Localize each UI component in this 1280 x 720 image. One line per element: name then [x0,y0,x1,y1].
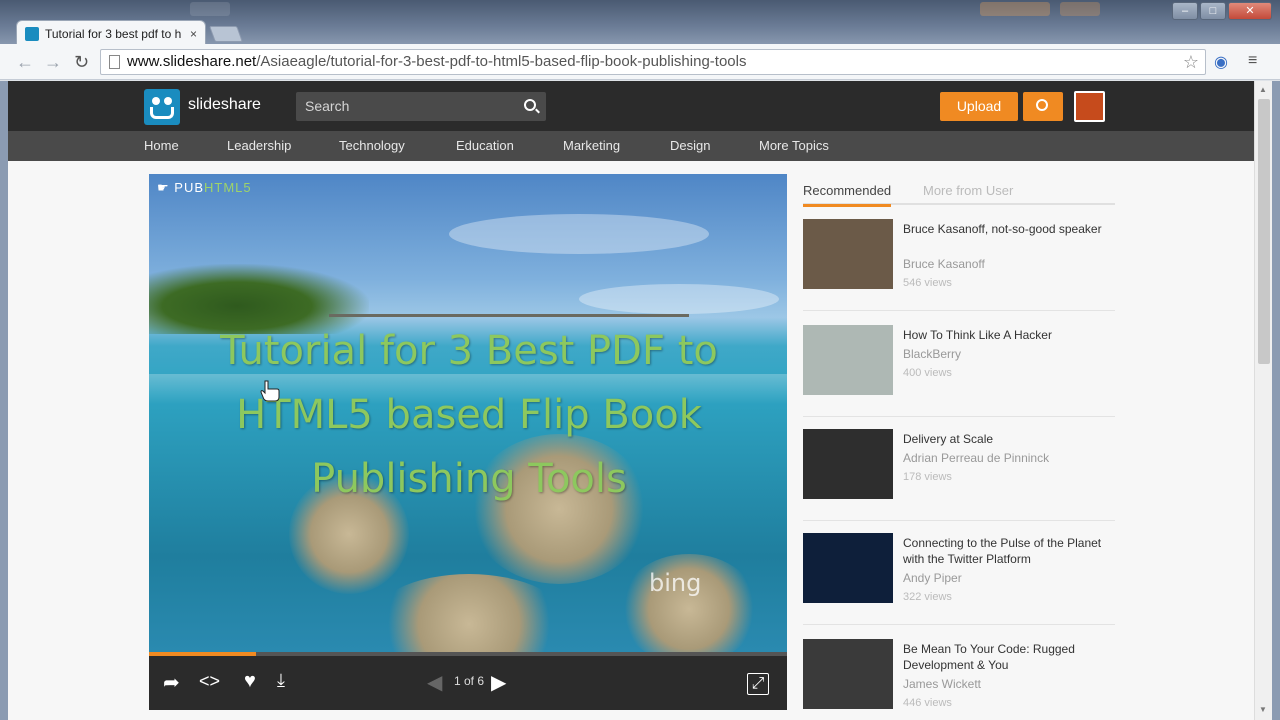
user-avatar[interactable] [1074,91,1105,122]
embed-code-icon[interactable]: <> [199,671,220,692]
site-header: slideshare Search Upload [8,81,1254,131]
cloud [449,214,709,254]
page-indicator: 1 of 6 [454,674,485,688]
tab-more-from-user[interactable]: More from User [923,183,1013,198]
item-views: 322 views [903,591,952,603]
scroll-up-icon[interactable]: ▲ [1259,85,1267,94]
slide-title: Tutorial for 3 Best PDF to HTML5 based F… [220,328,718,502]
player-controls: ➦ <> ♥ ⤓ ◀ 1 of 6 ▶ ⤢ [149,656,787,710]
nav-item-leadership[interactable]: Leadership [227,138,291,153]
thumbnail[interactable] [803,325,893,395]
item-author[interactable]: Bruce Kasanoff [903,257,985,271]
list-item[interactable]: Delivery at Scale Adrian Perreau de Pinn… [803,417,1115,521]
slide-viewer[interactable]: ☛ PUBHTML5 Tutorial for 3 Best PDF to HT… [149,174,787,652]
window-controls: – □ ✕ [1172,2,1272,20]
pub-logo-icon: ☛ [157,180,170,195]
item-title[interactable]: Delivery at Scale [903,431,1103,447]
search-button[interactable] [1023,92,1063,121]
close-window-icon[interactable]: ✕ [1228,2,1272,20]
item-author[interactable]: Andy Piper [903,571,962,585]
maximize-icon[interactable]: □ [1200,2,1226,20]
tab-recommended[interactable]: Recommended [803,183,892,207]
url-host: www.slideshare.net [127,53,257,70]
item-author[interactable]: BlackBerry [903,347,961,361]
slideshare-logo-icon[interactable] [144,89,180,125]
nav-item-technology[interactable]: Technology [339,138,405,153]
list-item[interactable]: Connecting to the Pulse of the Planet wi… [803,521,1115,625]
item-author[interactable]: Adrian Perreau de Pinninck [903,451,1049,465]
previous-slide-icon[interactable]: ◀ [427,670,442,695]
logo-text[interactable]: slideshare [188,96,261,114]
search-placeholder: Search [305,98,350,114]
pier [329,314,689,317]
like-heart-icon[interactable]: ♥ [244,670,256,693]
page-viewport: slideshare Search Upload Home Leadership… [8,81,1254,720]
item-title[interactable]: Connecting to the Pulse of the Planet wi… [903,535,1103,567]
window-border [0,81,8,720]
item-title[interactable]: Be Mean To Your Code: Rugged Development… [903,641,1103,673]
url-path: /Asiaeagle/tutorial-for-3-best-pdf-to-ht… [256,53,747,70]
list-item[interactable]: How To Think Like A Hacker BlackBerry 40… [803,313,1115,417]
nav-item-design[interactable]: Design [670,138,710,153]
thumbnail[interactable] [803,219,893,289]
item-author[interactable]: James Wickett [903,677,981,691]
blurred-tab [980,2,1050,16]
item-views: 446 views [903,697,952,709]
thumbnail[interactable] [803,429,893,499]
blurred-tab [1060,2,1100,16]
item-title[interactable]: How To Think Like A Hacker [903,327,1103,343]
page-scrollbar[interactable]: ▲ ▼ [1254,81,1272,720]
page-icon [109,55,120,69]
scrollbar-thumb[interactable] [1258,99,1270,364]
cloud [579,284,779,314]
browser-titlebar: Tutorial for 3 best pdf to h × – □ ✕ [0,0,1280,46]
fullscreen-icon[interactable]: ⤢ [747,673,769,695]
minimize-icon[interactable]: – [1172,2,1198,20]
download-icon[interactable]: ⤓ [277,670,285,691]
extension-globe-icon[interactable]: ◉ [1214,52,1228,72]
next-slide-icon[interactable]: ▶ [491,670,506,695]
forward-arrow-icon[interactable]: → [44,52,62,73]
address-bar[interactable]: www.slideshare.net/Asiaeagle/tutorial-fo… [100,49,1206,75]
upload-button[interactable]: Upload [940,92,1018,121]
list-item[interactable]: Bruce Kasanoff, not-so-good speaker Bruc… [803,207,1115,311]
topic-nav: Home Leadership Technology Education Mar… [8,131,1254,161]
window-border [1272,81,1280,720]
thumbnail[interactable] [803,533,893,603]
item-views: 546 views [903,277,952,289]
reload-icon[interactable]: ↻ [74,52,89,73]
nav-item-education[interactable]: Education [456,138,514,153]
coral [369,574,569,652]
share-icon[interactable]: ➦ [163,670,180,695]
tab-close-icon[interactable]: × [190,27,197,41]
back-arrow-icon[interactable]: ← [16,52,34,73]
pubhtml5-logo: ☛ PUBHTML5 [157,180,252,195]
item-views: 178 views [903,471,952,483]
new-tab-button[interactable] [209,26,243,42]
tab-title: Tutorial for 3 best pdf to h [45,26,182,41]
blurred-tab [190,2,230,16]
scroll-down-icon[interactable]: ▼ [1259,705,1267,714]
browser-toolbar: ← → ↻ www.slideshare.net/Asiaeagle/tutor… [0,44,1280,80]
bookmark-star-icon[interactable]: ☆ [1183,50,1199,74]
slideshare-favicon-icon [25,26,39,41]
bing-watermark: bing [649,569,702,597]
sidebar-tabs: Recommended More from User [803,181,1115,207]
browser-tab[interactable]: Tutorial for 3 best pdf to h × [16,20,206,46]
chrome-menu-icon[interactable]: ≡ [1248,52,1257,70]
thumbnail[interactable] [803,639,893,709]
nav-item-marketing[interactable]: Marketing [563,138,620,153]
nav-item-home[interactable]: Home [144,138,179,153]
magnifier-icon [1036,99,1048,111]
item-views: 400 views [903,367,952,379]
search-icon[interactable] [524,99,536,111]
list-item[interactable]: Be Mean To Your Code: Rugged Development… [803,627,1115,720]
search-input[interactable]: Search [296,92,546,121]
hand-cursor-icon [260,380,280,402]
item-title[interactable]: Bruce Kasanoff, not-so-good speaker [903,221,1103,237]
nav-item-more-topics[interactable]: More Topics [759,138,829,153]
